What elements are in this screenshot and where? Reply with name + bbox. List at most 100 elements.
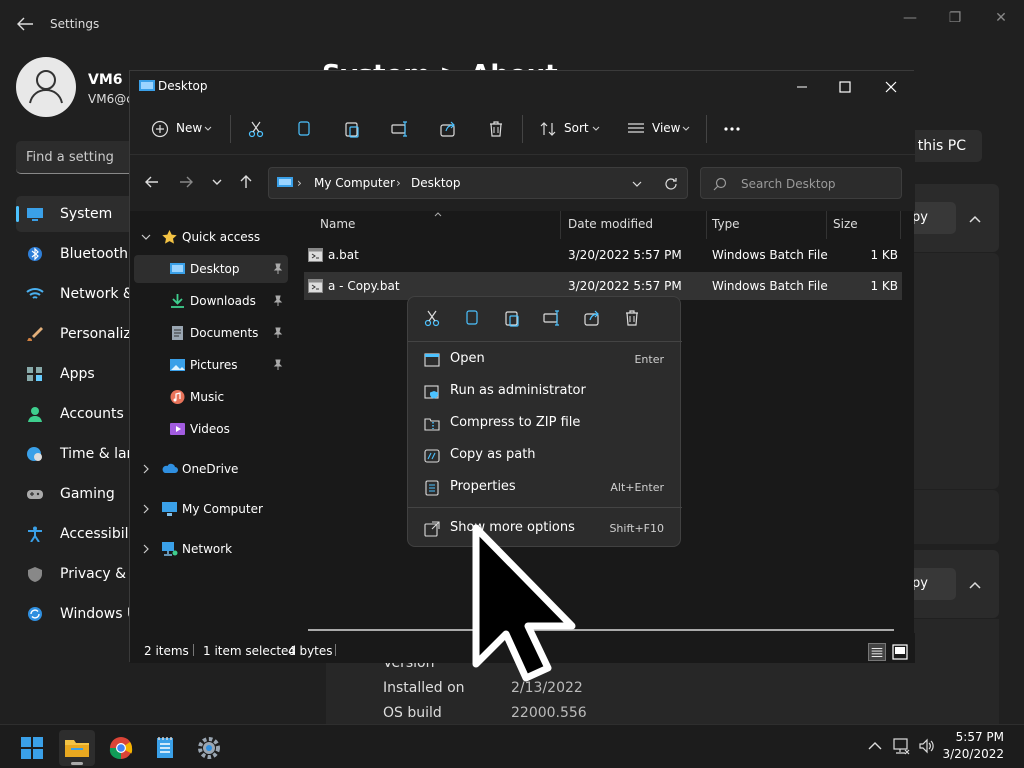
share-button[interactable] xyxy=(438,117,462,141)
pin-icon[interactable] xyxy=(272,295,284,307)
more-options-button[interactable] xyxy=(722,117,744,141)
nav-item-accounts[interactable]: Accounts xyxy=(16,396,136,432)
nav-item-desktop[interactable]: Desktop xyxy=(134,255,288,283)
nav-item-privacy[interactable]: Privacy & security xyxy=(16,556,136,592)
column-header-name[interactable]: Name xyxy=(320,217,355,231)
start-button[interactable] xyxy=(14,730,50,766)
nav-item-documents[interactable]: Documents xyxy=(134,319,288,347)
nav-item-bluetooth[interactable]: Bluetooth & devices xyxy=(16,236,136,272)
column-header-size[interactable]: Size xyxy=(833,217,858,231)
up-arrow-icon[interactable] xyxy=(236,172,256,192)
nav-item-pictures[interactable]: Pictures xyxy=(134,351,288,379)
trash-icon[interactable] xyxy=(622,308,642,328)
chevron-up-icon[interactable] xyxy=(866,737,884,755)
column-divider[interactable] xyxy=(826,211,827,239)
column-divider[interactable] xyxy=(560,211,561,239)
details-view-icon[interactable] xyxy=(868,643,886,661)
new-button[interactable]: New xyxy=(150,117,214,141)
volume-icon[interactable] xyxy=(918,737,936,755)
menu-item-run-as-admin[interactable]: Run as administrator xyxy=(412,377,678,407)
file-row[interactable]: a.bat 3/20/2022 5:57 PM Windows Batch Fi… xyxy=(304,241,902,269)
nav-item-videos[interactable]: Videos xyxy=(134,415,288,443)
maximize-icon[interactable] xyxy=(833,77,857,97)
refresh-icon[interactable] xyxy=(663,176,679,192)
forward-arrow-icon[interactable] xyxy=(176,172,196,192)
nav-item-gaming[interactable]: Gaming xyxy=(16,476,136,512)
pin-icon[interactable] xyxy=(272,359,284,371)
menu-item-copy-as-path[interactable]: Copy as path xyxy=(412,441,678,471)
nav-item-windows-update[interactable]: Windows Update xyxy=(16,596,136,632)
view-icon xyxy=(628,123,644,133)
taskbar-settings[interactable] xyxy=(191,730,227,766)
title-bar[interactable]: Desktop xyxy=(130,71,915,103)
chevron-down-icon[interactable] xyxy=(207,172,227,192)
find-setting-input[interactable]: Find a setting xyxy=(16,141,136,174)
clock-time[interactable]: 5:57 PM xyxy=(956,730,1004,744)
search-input[interactable]: Search Desktop xyxy=(700,167,902,199)
nav-item-network[interactable]: Network & internet xyxy=(16,276,136,312)
chevron-right-icon[interactable] xyxy=(140,463,152,475)
chevron-down-icon[interactable] xyxy=(631,179,643,189)
nav-item-accessibility[interactable]: Accessibility xyxy=(16,516,136,552)
paste-icon[interactable] xyxy=(502,308,522,328)
taskbar-file-explorer[interactable] xyxy=(59,730,95,766)
avatar[interactable] xyxy=(16,57,76,117)
menu-item-compress-zip[interactable]: Compress to ZIP file xyxy=(412,409,678,439)
clock-date[interactable]: 3/20/2022 xyxy=(942,747,1004,761)
nav-item-my-computer[interactable]: My Computer xyxy=(134,495,288,523)
tiles-view-icon[interactable] xyxy=(891,643,909,661)
chevron-right-icon[interactable] xyxy=(140,503,152,515)
nav-item-apps[interactable]: Apps xyxy=(16,356,136,392)
column-header-date[interactable]: Date modified xyxy=(568,217,653,231)
address-bar[interactable]: › My Computer › Desktop xyxy=(268,167,688,199)
scissors-icon[interactable] xyxy=(422,308,442,328)
close-icon[interactable] xyxy=(879,77,903,97)
taskbar-chrome[interactable] xyxy=(103,730,139,766)
paste-button[interactable] xyxy=(342,117,366,141)
nav-item-network[interactable]: Network xyxy=(134,535,288,563)
copy-icon[interactable] xyxy=(462,308,482,328)
nav-item-onedrive[interactable]: OneDrive xyxy=(134,455,288,483)
close-icon[interactable]: ✕ xyxy=(986,10,1016,30)
chevron-down-icon[interactable] xyxy=(140,231,152,243)
back-arrow-icon[interactable] xyxy=(142,172,162,192)
restore-icon[interactable]: ❐ xyxy=(940,10,970,30)
breadcrumb-desktop[interactable]: Desktop xyxy=(411,176,461,190)
copy-label: py xyxy=(912,210,928,225)
menu-item-open[interactable]: Open Enter xyxy=(412,345,678,375)
network-tray-icon[interactable] xyxy=(893,737,911,755)
sort-button[interactable]: Sort xyxy=(538,117,602,141)
column-header-type[interactable]: Type xyxy=(712,217,740,231)
cut-button[interactable] xyxy=(246,117,270,141)
menu-item-properties[interactable]: Properties Alt+Enter xyxy=(412,473,678,503)
nav-item-music[interactable]: Music xyxy=(134,383,288,411)
view-button[interactable]: View xyxy=(626,117,692,141)
column-divider[interactable] xyxy=(900,211,901,239)
mouse-cursor-icon xyxy=(472,524,576,682)
monitor-icon xyxy=(27,208,43,221)
update-icon xyxy=(28,607,42,621)
nav-item-time-language[interactable]: Time & language xyxy=(16,436,136,472)
delete-button[interactable] xyxy=(486,117,510,141)
chevron-right-icon[interactable] xyxy=(140,543,152,555)
new-label: New xyxy=(176,121,203,135)
copy-button[interactable] xyxy=(294,117,318,141)
column-divider[interactable] xyxy=(706,211,707,239)
taskbar-notepad[interactable] xyxy=(147,730,183,766)
pin-icon[interactable] xyxy=(272,263,284,275)
quick-access-node[interactable]: Quick access xyxy=(134,223,288,251)
nav-item-personalization[interactable]: Personalization xyxy=(16,316,136,352)
chevron-up-icon[interactable] xyxy=(966,576,984,594)
chevron-up-icon[interactable] xyxy=(966,210,984,228)
rename-icon[interactable] xyxy=(542,308,562,328)
rename-button[interactable] xyxy=(390,117,414,141)
breadcrumb-my-computer[interactable]: My Computer xyxy=(314,176,395,190)
back-arrow-icon[interactable] xyxy=(14,14,36,34)
minimize-icon[interactable]: — xyxy=(895,10,925,30)
share-icon[interactable] xyxy=(582,308,602,328)
horizontal-scrollbar[interactable] xyxy=(308,629,894,631)
nav-item-system[interactable]: System xyxy=(16,196,136,232)
minimize-icon[interactable] xyxy=(790,77,814,97)
pin-icon[interactable] xyxy=(272,327,284,339)
nav-item-downloads[interactable]: Downloads xyxy=(134,287,288,315)
